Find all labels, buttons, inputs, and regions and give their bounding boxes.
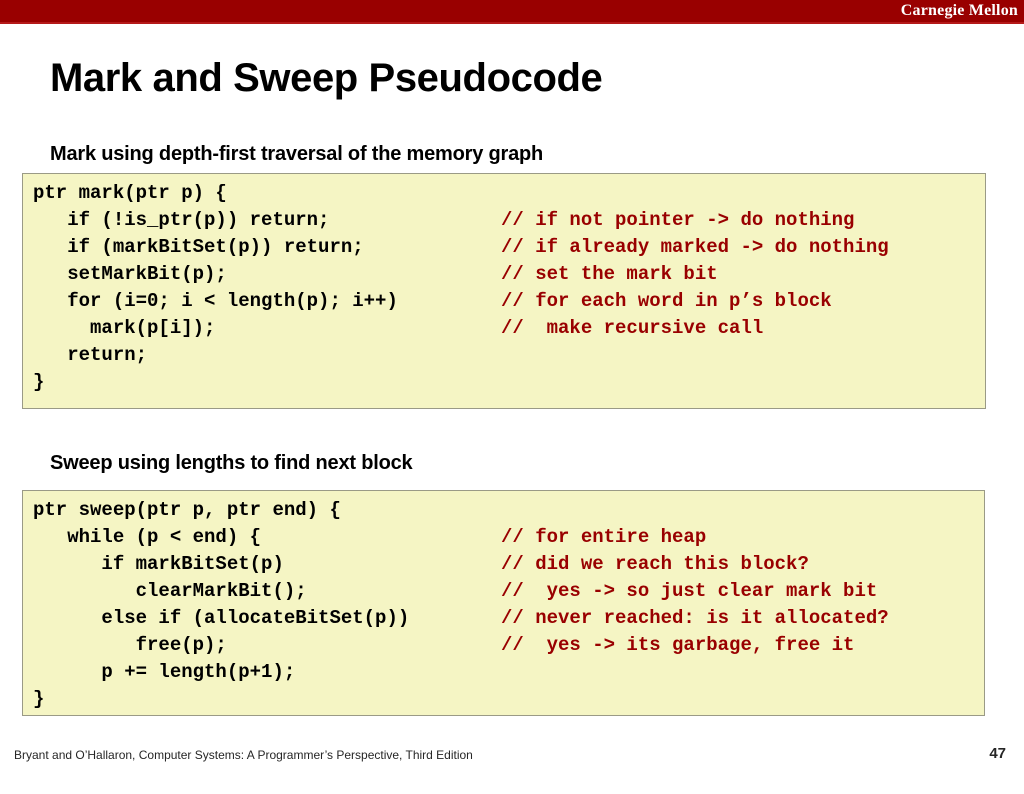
code-comment: // set the mark bit — [501, 263, 718, 285]
section-heading-sweep: Sweep using lengths to find next block — [50, 452, 413, 474]
code-comment: // if already marked -> do nothing — [501, 236, 889, 258]
code-comment: // for entire heap — [501, 526, 707, 548]
code-line: if (markBitSet(p)) return; // if already… — [23, 234, 985, 261]
code-text: clearMarkBit(); — [33, 580, 307, 602]
code-text: for (i=0; i < length(p); i++) — [33, 290, 398, 312]
code-text: free(p); — [33, 634, 227, 656]
code-comment: // never reached: is it allocated? — [501, 607, 889, 629]
code-comment: // for each word in p’s block — [501, 290, 832, 312]
code-text: p += length(p+1); — [33, 661, 296, 683]
code-comment: // did we reach this block? — [501, 553, 809, 575]
code-line: mark(p[i]); // make recursive call — [23, 315, 985, 342]
code-text: return; — [33, 344, 148, 366]
code-text: else if (allocateBitSet(p)) — [33, 607, 410, 629]
code-comment: // make recursive call — [501, 317, 764, 339]
code-text: while (p < end) { — [33, 526, 262, 548]
footer-attribution: Bryant and O’Hallaron, Computer Systems:… — [14, 748, 473, 762]
top-banner — [0, 0, 1024, 22]
code-line: while (p < end) { // for entire heap — [23, 524, 984, 551]
code-text: mark(p[i]); — [33, 317, 216, 339]
code-comment: // yes -> its garbage, free it — [501, 634, 855, 656]
code-block-sweep: ptr sweep(ptr p, ptr end) { while (p < e… — [22, 490, 985, 716]
code-text: ptr mark(ptr p) { — [33, 182, 227, 204]
code-line: if markBitSet(p) // did we reach this bl… — [23, 551, 984, 578]
section-heading-mark: Mark using depth-first traversal of the … — [50, 143, 544, 165]
code-line: } — [23, 686, 984, 713]
brand-label: Carnegie Mellon — [900, 2, 1018, 19]
page-number: 47 — [989, 745, 1006, 762]
code-line: ptr mark(ptr p) { — [23, 180, 985, 207]
code-text: if (markBitSet(p)) return; — [33, 236, 364, 258]
code-line: ptr sweep(ptr p, ptr end) { — [23, 497, 984, 524]
top-banner-underline — [0, 22, 1024, 24]
code-line: free(p); // yes -> its garbage, free it — [23, 632, 984, 659]
code-line: p += length(p+1); — [23, 659, 984, 686]
code-line: for (i=0; i < length(p); i++) // for eac… — [23, 288, 985, 315]
code-line: setMarkBit(p); // set the mark bit — [23, 261, 985, 288]
code-text: if (!is_ptr(p)) return; — [33, 209, 330, 231]
code-line: } — [23, 369, 985, 396]
code-text: } — [33, 688, 45, 710]
code-text: ptr sweep(ptr p, ptr end) { — [33, 499, 341, 521]
code-text: setMarkBit(p); — [33, 263, 227, 285]
code-line: else if (allocateBitSet(p)) // never rea… — [23, 605, 984, 632]
code-text: } — [33, 371, 45, 393]
code-line: if (!is_ptr(p)) return; // if not pointe… — [23, 207, 985, 234]
code-text: if markBitSet(p) — [33, 553, 284, 575]
code-block-mark: ptr mark(ptr p) { if (!is_ptr(p)) return… — [22, 173, 986, 409]
code-comment: // yes -> so just clear mark bit — [501, 580, 878, 602]
page-title: Mark and Sweep Pseudocode — [50, 56, 603, 100]
code-comment: // if not pointer -> do nothing — [501, 209, 855, 231]
code-line: clearMarkBit(); // yes -> so just clear … — [23, 578, 984, 605]
code-line: return; — [23, 342, 985, 369]
